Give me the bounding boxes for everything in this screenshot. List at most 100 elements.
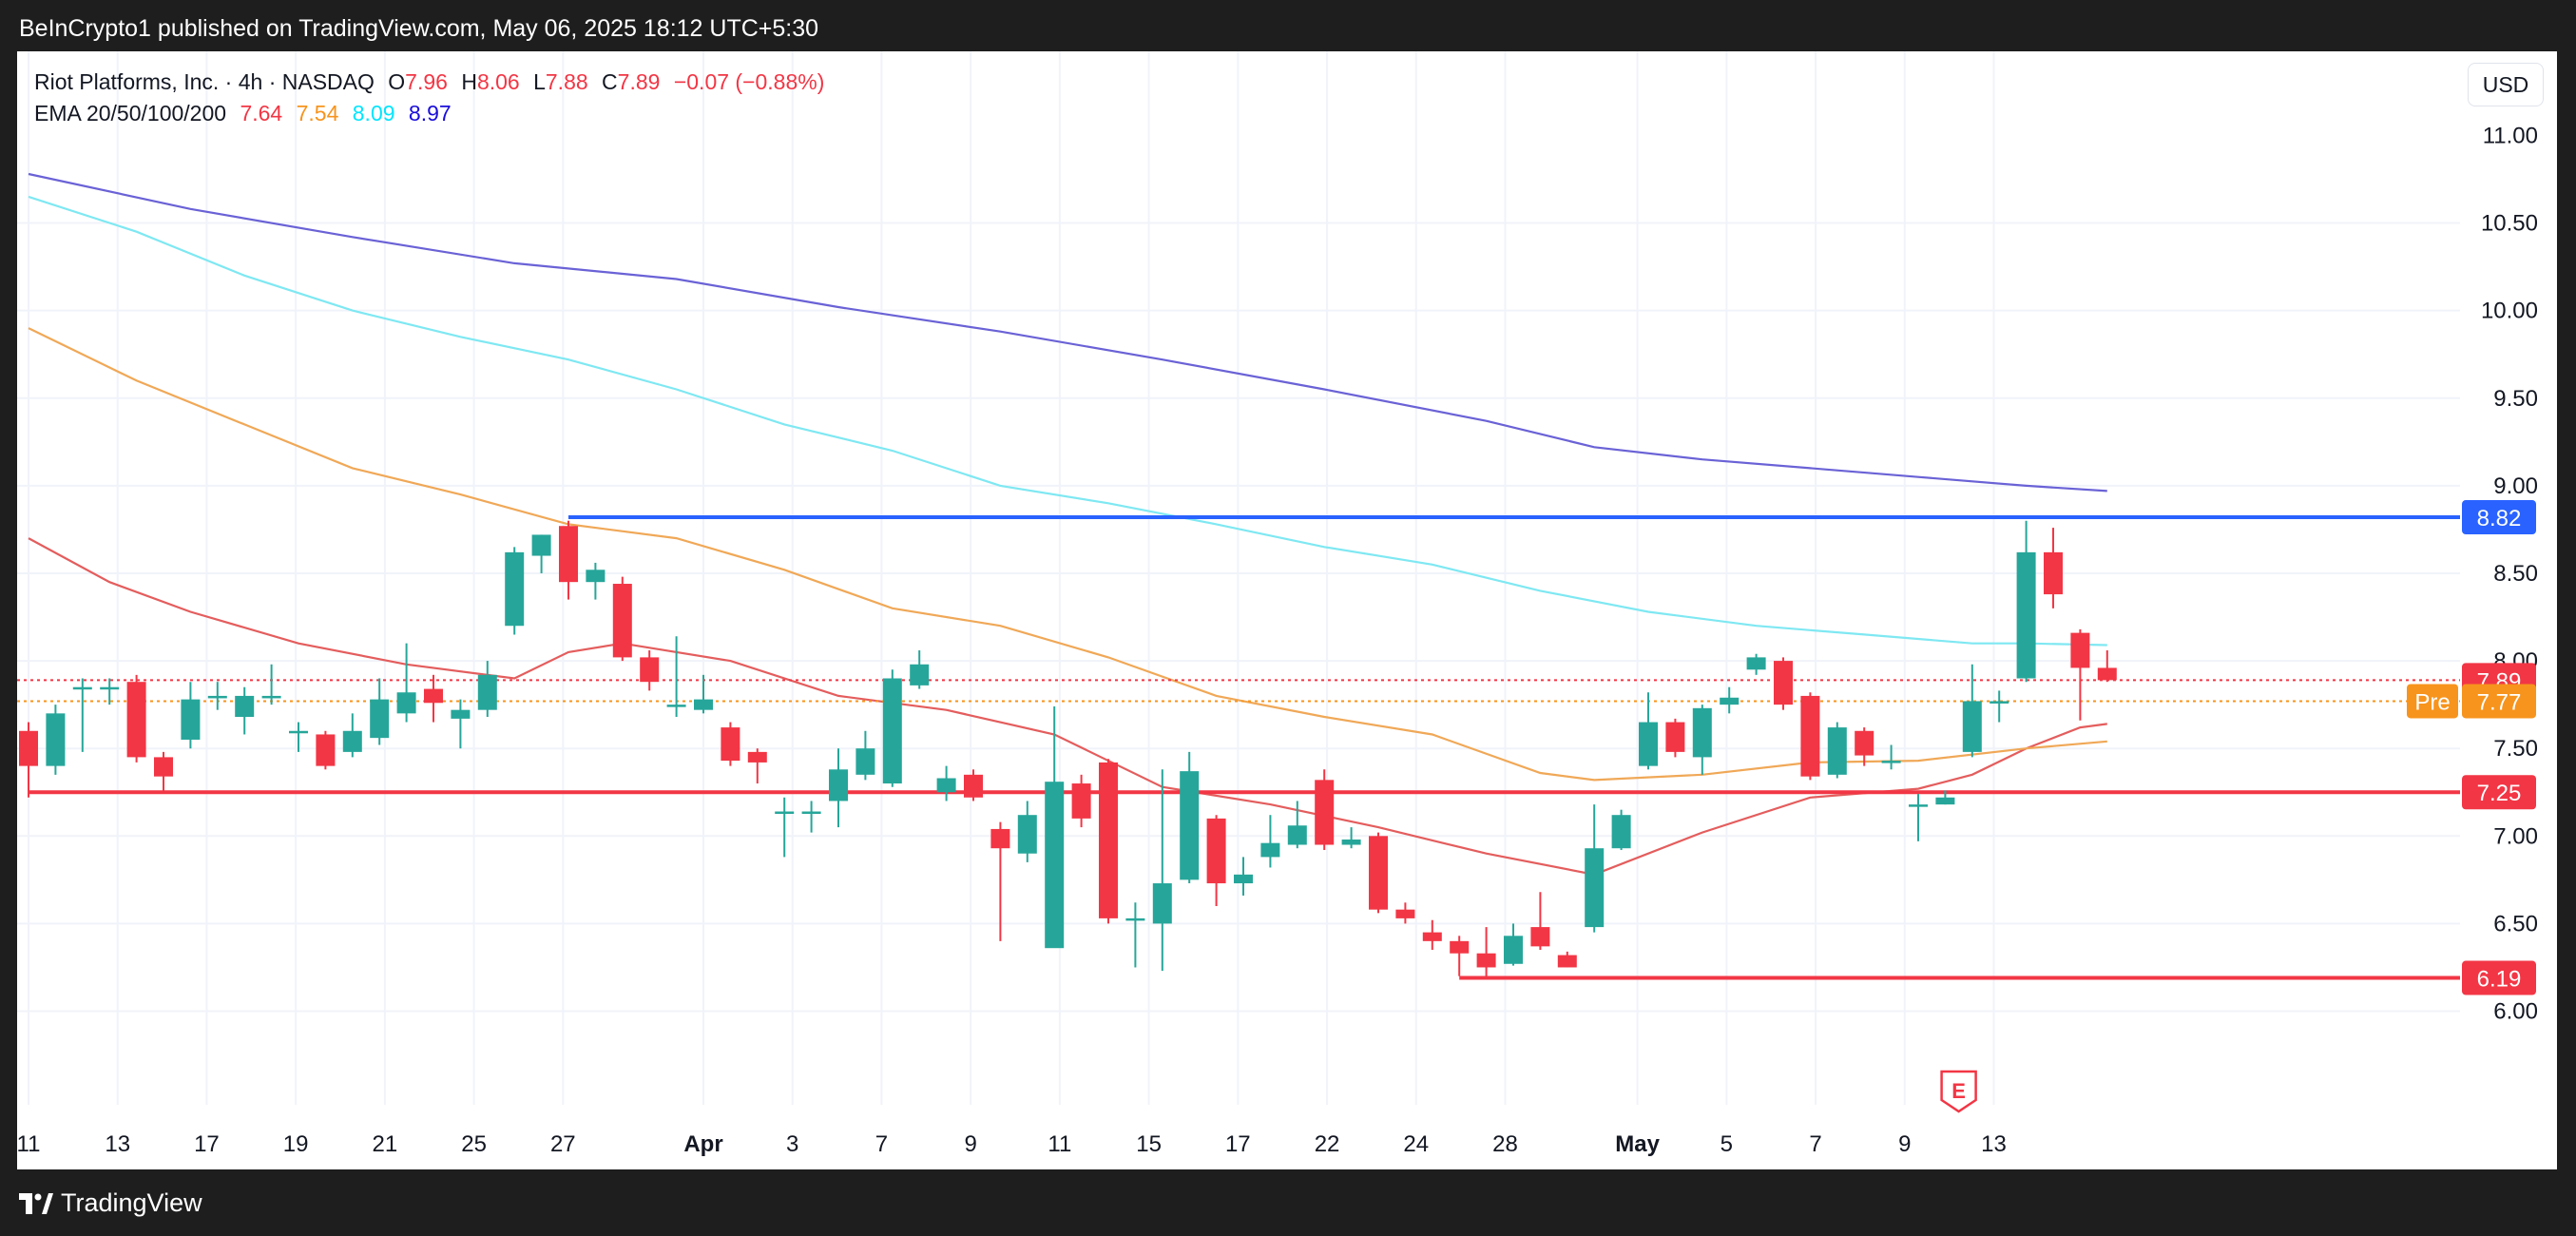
symbol-row: Riot Platforms, Inc. · 4h · NASDAQ O7.96… [34, 67, 824, 98]
candle-body [936, 778, 956, 793]
time-tick-label: May [1615, 1131, 1660, 1157]
ema-lines [28, 172, 2107, 876]
candle-body [640, 657, 660, 683]
candle-body [1315, 780, 1335, 845]
time-tick-label: 21 [373, 1131, 398, 1157]
ema-line [28, 195, 2107, 647]
time-tick-label: 13 [105, 1131, 130, 1157]
price-tick-label: 11.00 [2483, 123, 2538, 148]
ema-line [28, 327, 2107, 782]
candle-body [1071, 783, 1091, 819]
low-value: 7.88 [545, 69, 588, 94]
candle-body [1800, 695, 1820, 777]
candle-body [694, 699, 713, 710]
candle-body [181, 699, 201, 740]
candle-body [1017, 815, 1037, 854]
high-label: H [461, 69, 477, 94]
time-tick-label: 27 [550, 1131, 576, 1157]
candle-body [1450, 940, 1470, 954]
candle-body [2070, 632, 2090, 668]
candle-body [235, 695, 255, 718]
candle-body [289, 730, 308, 734]
candle-body [1530, 927, 1550, 947]
candle-body [126, 682, 146, 758]
time-axis: 11 13 17 19 21 25 27 Apr 3 7 9 11 15 17 22 24 28 May 5 7 9 13 [17, 1131, 2007, 1157]
candle-body [1422, 932, 1442, 941]
candle-body [1909, 804, 1928, 807]
level-price-tag: 8.82 [2477, 506, 2522, 531]
open-label: O [388, 69, 406, 94]
candle-body [1639, 722, 1658, 766]
candle-body [1935, 797, 1955, 805]
time-tick-label: 19 [283, 1131, 309, 1157]
candle-body [882, 678, 902, 784]
candle-body [505, 551, 525, 627]
candle-body [829, 769, 848, 801]
grid-lines [17, 51, 2460, 1105]
ema-row: EMA 20/50/100/200 7.64 7.54 8.09 8.97 [34, 98, 824, 129]
candle-body [261, 695, 281, 699]
level-price-tag: 7.25 [2477, 781, 2522, 806]
tradingview-brand: TradingView [61, 1188, 202, 1217]
price-tick-label: 10.00 [2481, 299, 2538, 324]
candle-body [1962, 701, 1982, 752]
candle-body [1585, 848, 1605, 928]
candle-body [1180, 771, 1200, 880]
time-tick-label: 5 [1721, 1131, 1733, 1157]
candle-body [559, 526, 578, 583]
pre-market-price-tag: 7.77 [2477, 689, 2522, 715]
candle-body [1369, 836, 1388, 910]
candle-body [154, 757, 173, 777]
top-bar: BeInCrypto1 published on TradingView.com… [0, 0, 2576, 51]
candle-body [531, 534, 551, 556]
candle-body [2016, 551, 2036, 679]
candle-body [1206, 818, 1226, 884]
candle-body [370, 699, 390, 739]
candle-body [1260, 842, 1280, 858]
time-tick-label: 15 [1136, 1131, 1162, 1157]
ema20-value: 7.64 [240, 101, 283, 126]
candle-body [747, 751, 767, 763]
close-value: 7.89 [617, 69, 661, 94]
price-chart[interactable]: E 6.006.507.007.508.008.509.009.5010.001… [17, 51, 2557, 1169]
candle-body [721, 727, 740, 762]
price-tick-label: 6.50 [2493, 911, 2538, 937]
chart-panel[interactable]: E 6.00 6.50 7.00 7.50 8.00 8.50 9.00 9.50 10.00 1… [17, 51, 2557, 1169]
time-tick-label: 13 [1981, 1131, 2007, 1157]
tradingview-logo[interactable]: TradingView [19, 1188, 202, 1218]
candle-body [1234, 874, 1253, 884]
currency-button[interactable]: USD [2468, 63, 2544, 106]
candle-body [1125, 917, 1145, 921]
time-tick-label: 24 [1403, 1131, 1429, 1157]
candles: E [19, 520, 2117, 1113]
candle-body [72, 686, 92, 690]
change-value: −0.07 (−0.88%) [673, 69, 825, 94]
ema-line [28, 172, 2107, 492]
candle-body [1720, 697, 1740, 705]
candle-body [451, 709, 471, 719]
candle-body [1045, 782, 1065, 949]
ema-line [28, 537, 2107, 876]
candle-body [1504, 936, 1523, 964]
candle-body [1827, 727, 1847, 775]
level-price-tag: 6.19 [2477, 967, 2522, 993]
tradingview-logo-icon [19, 1192, 53, 1214]
candle-body [1611, 815, 1631, 849]
time-tick-label: 17 [1225, 1131, 1251, 1157]
price-tick-label: 6.00 [2493, 999, 2538, 1025]
candle-body [1692, 707, 1712, 758]
candle-body [586, 570, 606, 583]
candle-body [1774, 661, 1793, 705]
symbol-name: Riot Platforms, Inc. · 4h · NASDAQ [34, 69, 375, 94]
candle-body [46, 713, 66, 766]
time-tick-label: 9 [964, 1131, 976, 1157]
candle-body [1341, 839, 1361, 845]
candle-body [1152, 883, 1172, 924]
candle-body [100, 686, 120, 690]
price-tick-label: 9.50 [2493, 386, 2538, 412]
candle-body [855, 748, 875, 775]
candle-body [910, 664, 930, 686]
candle-body [19, 730, 38, 766]
candle-body [666, 705, 686, 707]
time-tick-label: 9 [1898, 1131, 1911, 1157]
